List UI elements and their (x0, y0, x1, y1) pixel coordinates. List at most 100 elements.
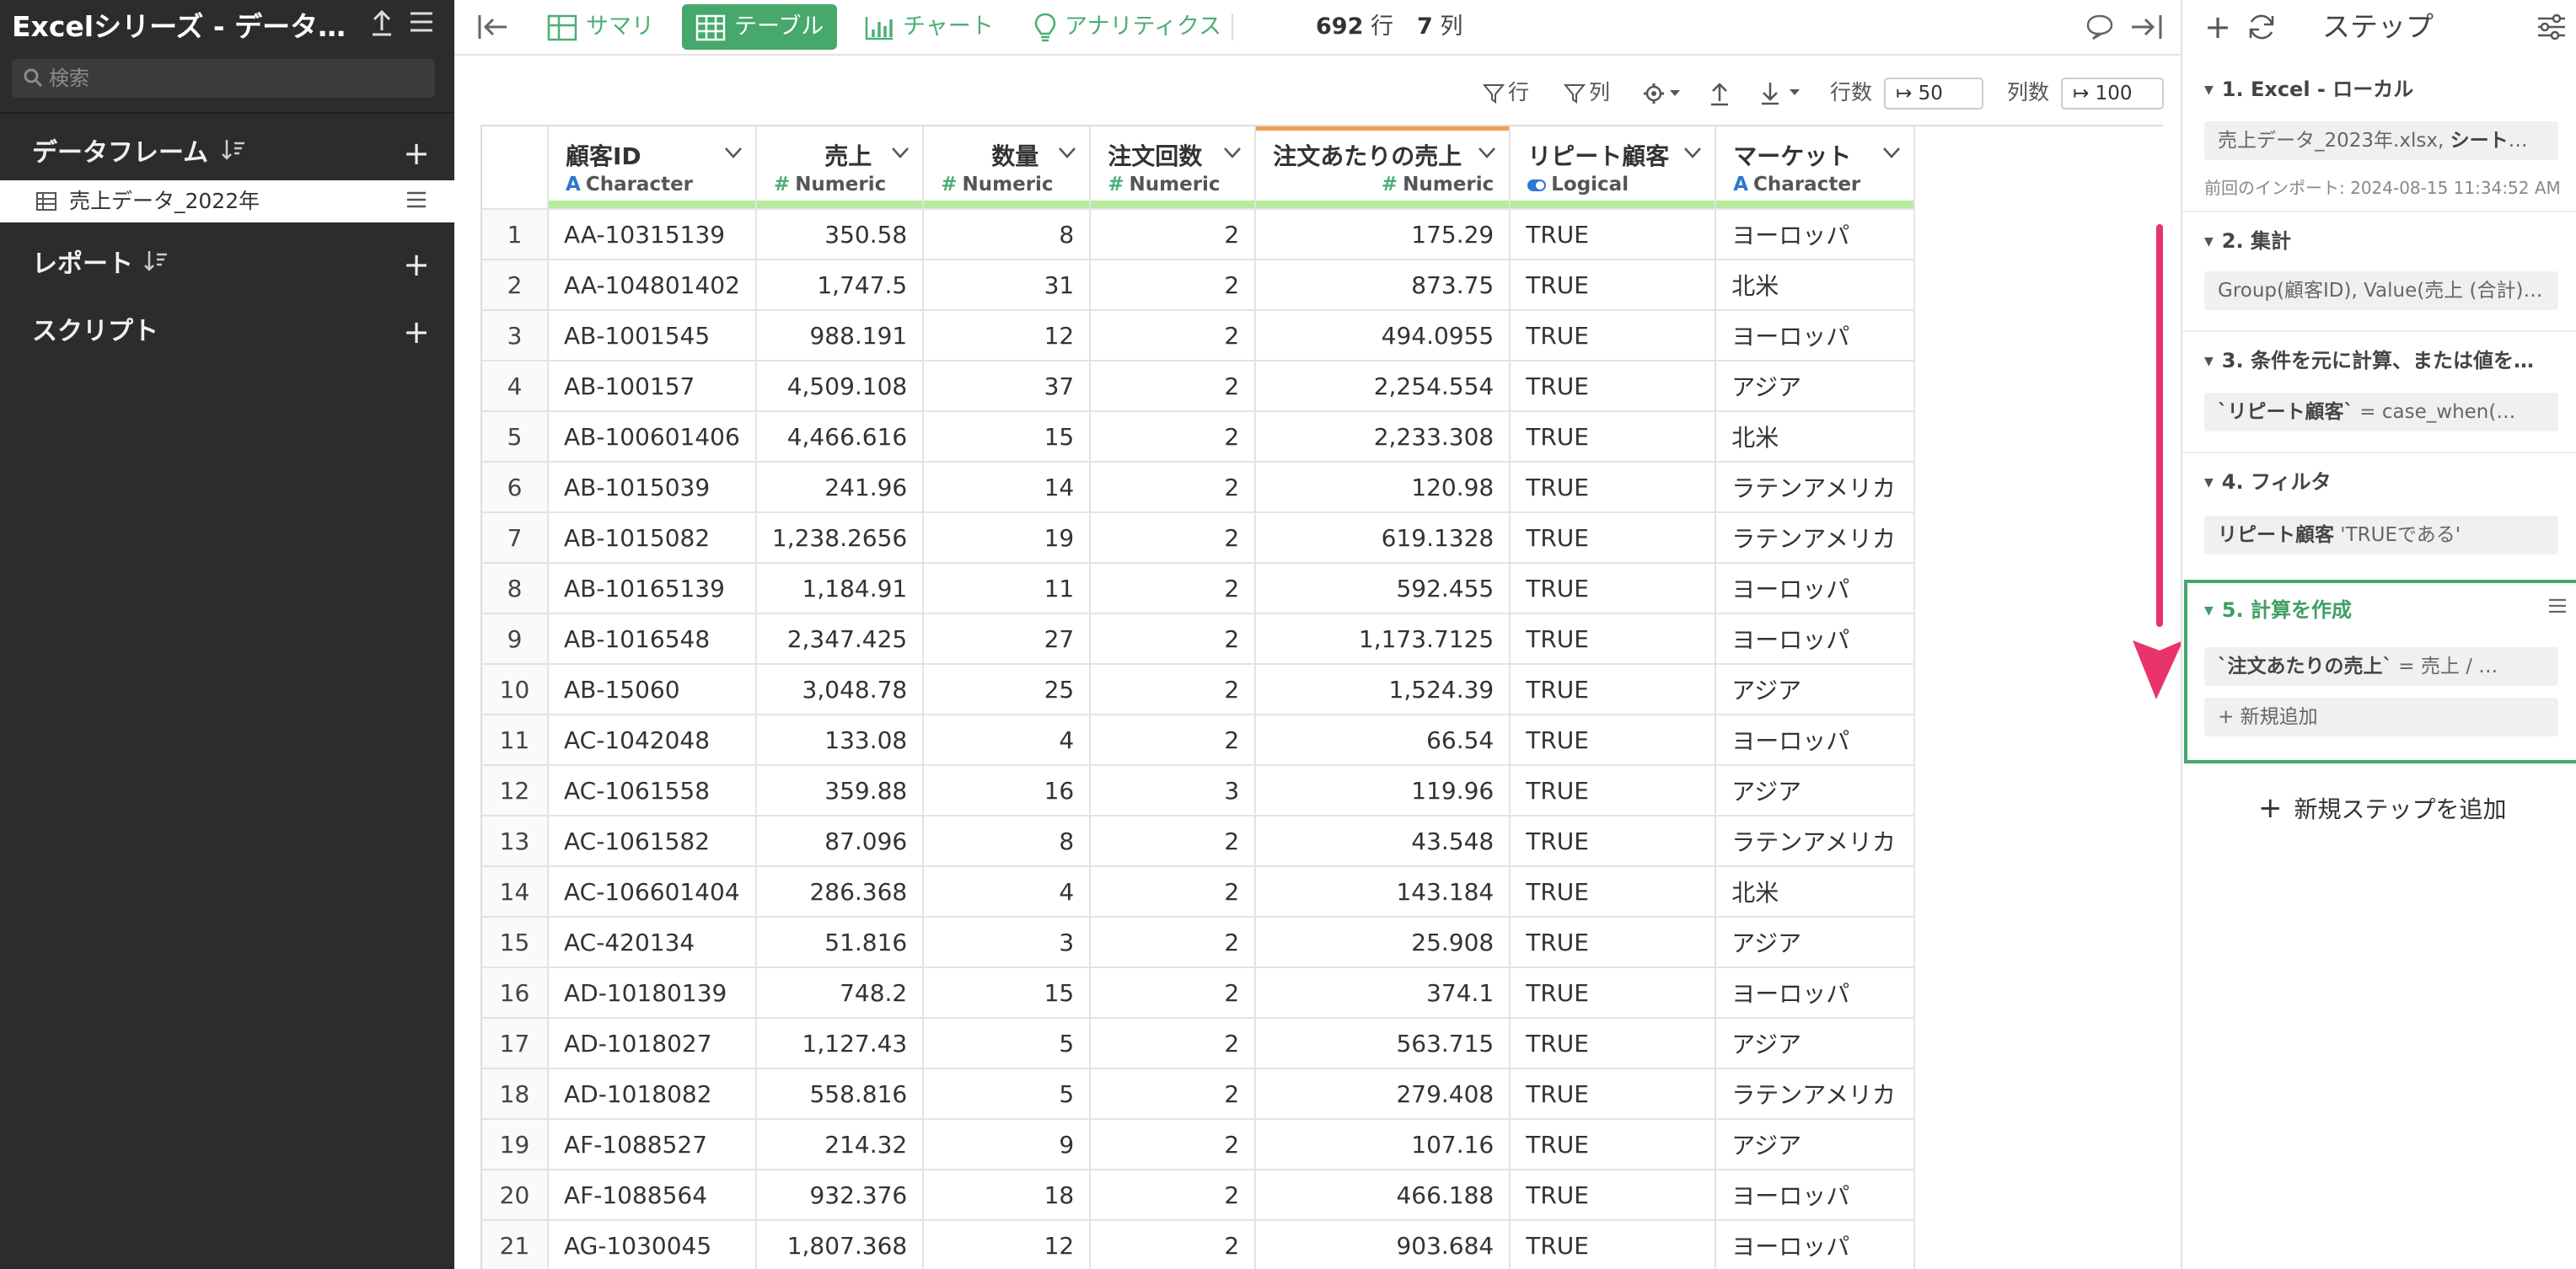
chevron-down-icon[interactable] (1881, 145, 1902, 160)
table-cell[interactable]: 2 (1090, 1119, 1257, 1170)
table-cell[interactable]: 北米 (1715, 411, 1916, 463)
table-cell[interactable]: AA-104801402 (548, 260, 757, 311)
table-cell[interactable]: 873.75 (1255, 260, 1511, 311)
step-4-detail[interactable]: リピート顧客 'TRUEである' (2204, 516, 2558, 554)
table-cell[interactable]: AB-1015039 (548, 462, 757, 513)
table-cell[interactable]: アジア (1715, 664, 1916, 715)
table-cell[interactable]: 107.16 (1255, 1119, 1511, 1170)
table-cell[interactable]: ラテンアメリカ (1715, 512, 1916, 564)
table-cell[interactable]: AC-1061558 (548, 765, 757, 817)
table-cell[interactable]: 279.408 (1255, 1068, 1511, 1120)
table-cell[interactable]: 2 (1090, 866, 1257, 918)
table-cell[interactable]: 15 (923, 967, 1092, 1019)
table-cell[interactable]: ヨーロッパ (1715, 310, 1916, 361)
table-cell[interactable]: AB-1001545 (548, 310, 757, 361)
table-cell[interactable]: 2 (1090, 1220, 1257, 1269)
add-new-step-button[interactable]: + 新規ステップを追加 (2258, 789, 2507, 827)
row-filter-button[interactable]: 行 (1482, 76, 1529, 110)
table-cell[interactable]: 8 (923, 209, 1092, 260)
table-cell[interactable]: TRUE (1510, 715, 1717, 766)
table-cell[interactable]: 241.96 (755, 462, 925, 513)
settings-dropdown[interactable] (1643, 76, 1685, 110)
column-header-sales-per-order[interactable]: 注文あたりの売上 # Numeric (1255, 126, 1511, 210)
table-cell[interactable]: TRUE (1510, 613, 1717, 665)
project-menu-icon[interactable] (406, 8, 437, 42)
column-header-sales[interactable]: 売上 # Numeric (755, 126, 925, 210)
table-cell[interactable]: 932.376 (755, 1170, 925, 1221)
table-cell[interactable]: 25 (923, 664, 1092, 715)
table-cell[interactable]: 1,238.2656 (755, 512, 925, 564)
table-cell[interactable]: 2 (1090, 967, 1257, 1019)
table-cell[interactable]: AF-1088564 (548, 1170, 757, 1221)
table-cell[interactable]: 43.548 (1255, 816, 1511, 867)
table-cell[interactable]: 2 (1090, 310, 1257, 361)
chevron-down-icon[interactable] (723, 145, 743, 160)
table-cell[interactable]: 1,127.43 (755, 1018, 925, 1069)
table-cell[interactable]: TRUE (1510, 1119, 1717, 1170)
table-cell[interactable]: 374.1 (1255, 967, 1511, 1019)
table-cell[interactable]: 2 (1090, 715, 1257, 766)
tab-table[interactable]: テーブル (682, 4, 838, 50)
table-cell[interactable]: AD-1018082 (548, 1068, 757, 1120)
table-cell[interactable]: 903.684 (1255, 1220, 1511, 1269)
table-cell[interactable]: 2 (1090, 917, 1257, 968)
step-1-detail[interactable]: 売上データ_2023年.xlsx, シート名: 1 (2204, 121, 2558, 160)
table-cell[interactable]: アジア (1715, 1018, 1916, 1069)
table-cell[interactable]: アジア (1715, 361, 1916, 412)
step-3-detail[interactable]: `リピート顧客` = case_when(… (2204, 393, 2558, 431)
table-cell[interactable]: TRUE (1510, 563, 1717, 614)
column-header-customer-id[interactable]: 顧客ID A Character (548, 126, 757, 210)
table-cell[interactable]: AB-15060 (548, 664, 757, 715)
table-cell[interactable]: AC-1042048 (548, 715, 757, 766)
table-cell[interactable]: AB-100601406 (548, 411, 757, 463)
chevron-down-icon[interactable] (1682, 145, 1703, 160)
step-5-detail[interactable]: `注文あたりの売上` = 売上 / … (2204, 647, 2558, 686)
table-cell[interactable]: 2 (1090, 816, 1257, 867)
table-cell[interactable]: 15 (923, 411, 1092, 463)
table-cell[interactable]: AA-10315139 (548, 209, 757, 260)
table-cell[interactable]: 4 (923, 866, 1092, 918)
sliders-icon[interactable] (2535, 10, 2568, 44)
table-cell[interactable]: 北米 (1715, 866, 1916, 918)
column-header-repeat-customer[interactable]: リピート顧客 Logical (1510, 126, 1717, 210)
table-cell[interactable]: 2,254.554 (1255, 361, 1511, 412)
table-cell[interactable]: 3,048.78 (755, 664, 925, 715)
table-cell[interactable]: 31 (923, 260, 1092, 311)
search-input[interactable] (49, 59, 420, 98)
table-cell[interactable]: 87.096 (755, 816, 925, 867)
table-cell[interactable]: アジア (1715, 917, 1916, 968)
table-cell[interactable]: ラテンアメリカ (1715, 816, 1916, 867)
table-cell[interactable]: AF-1088527 (548, 1119, 757, 1170)
table-cell[interactable]: 988.191 (755, 310, 925, 361)
table-cell[interactable]: TRUE (1510, 209, 1717, 260)
table-cell[interactable]: ヨーロッパ (1715, 1170, 1916, 1221)
scripts-section-title[interactable]: スクリプト (32, 313, 158, 351)
table-cell[interactable]: ヨーロッパ (1715, 209, 1916, 260)
table-cell[interactable]: ラテンアメリカ (1715, 462, 1916, 513)
add-dataframe-icon[interactable]: + (400, 137, 433, 170)
refresh-icon[interactable] (2245, 10, 2278, 44)
table-cell[interactable]: 14 (923, 462, 1092, 513)
table-cell[interactable]: 494.0955 (1255, 310, 1511, 361)
table-cell[interactable]: アジア (1715, 765, 1916, 817)
table-cell[interactable]: AB-1015082 (548, 512, 757, 564)
table-cell[interactable]: TRUE (1510, 765, 1717, 817)
table-cell[interactable]: アジア (1715, 1119, 1916, 1170)
table-cell[interactable]: 8 (923, 816, 1092, 867)
table-cell[interactable]: 1,184.91 (755, 563, 925, 614)
table-cell[interactable]: 1,173.7125 (1255, 613, 1511, 665)
table-cell[interactable]: TRUE (1510, 462, 1717, 513)
column-header-quantity[interactable]: 数量 # Numeric (923, 126, 1092, 210)
step-4-title[interactable]: 4. フィルタ (2204, 465, 2550, 499)
table-cell[interactable]: 9 (923, 1119, 1092, 1170)
table-cell[interactable]: 359.88 (755, 765, 925, 817)
table-cell[interactable]: 2 (1090, 411, 1257, 463)
table-cell[interactable]: 18 (923, 1170, 1092, 1221)
chevron-down-icon[interactable] (1222, 145, 1242, 160)
chevron-down-icon[interactable] (890, 145, 910, 160)
table-cell[interactable]: AB-100157 (548, 361, 757, 412)
table-cell[interactable]: TRUE (1510, 1220, 1717, 1269)
table-cell[interactable]: 2 (1090, 1068, 1257, 1120)
table-cell[interactable]: 37 (923, 361, 1092, 412)
sort-descending-dropdown[interactable] (1759, 76, 1806, 110)
